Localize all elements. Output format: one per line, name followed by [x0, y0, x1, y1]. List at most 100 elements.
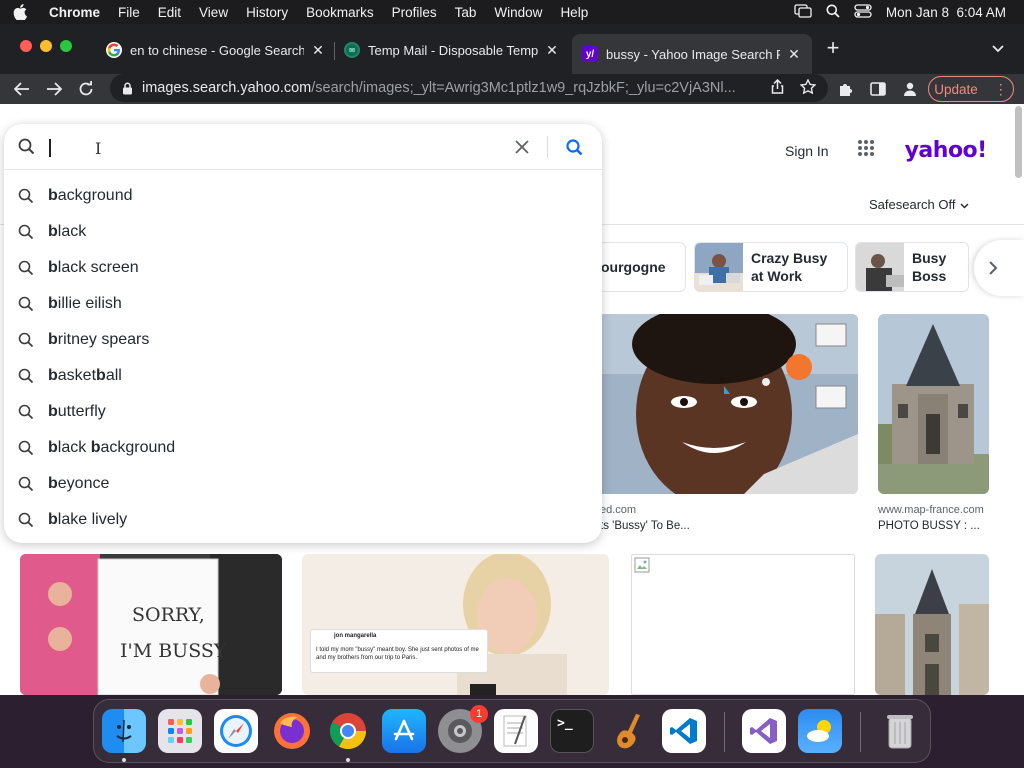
related-search-pill[interactable]: ourgogne	[594, 242, 686, 292]
result-source[interactable]: ed.com	[600, 504, 636, 516]
trash-icon[interactable]	[878, 709, 922, 753]
safari-icon[interactable]	[214, 709, 258, 753]
notebook-text: SORRY,	[132, 604, 205, 626]
url-path: /search/images;_ylt=Awrig3Mc1ptlz1w9_rqJ…	[311, 80, 736, 96]
image-result[interactable]: SORRY, I'M BUSSY	[20, 554, 282, 695]
side-panel-icon[interactable]	[866, 77, 890, 101]
menu-file[interactable]: File	[109, 5, 149, 20]
suggestion-item[interactable]: black	[4, 214, 602, 250]
menu-edit[interactable]: Edit	[149, 5, 190, 20]
tab-temp-mail[interactable]: ✉ Temp Mail - Disposable Tempo ✕	[334, 34, 570, 66]
suggestion-text: blake lively	[48, 511, 128, 528]
app-store-icon[interactable]	[382, 709, 426, 753]
window-controls	[20, 40, 72, 52]
screen-mirroring-icon[interactable]	[794, 3, 812, 21]
search-icon	[18, 368, 34, 389]
close-window-button[interactable]	[20, 40, 32, 52]
profile-avatar-icon[interactable]	[898, 77, 922, 101]
close-tab-icon[interactable]: ✕	[310, 42, 326, 59]
bookmark-star-icon[interactable]	[799, 77, 817, 98]
share-icon[interactable]	[771, 78, 784, 98]
page-scrollbar[interactable]	[1015, 106, 1022, 178]
control-center-icon[interactable]	[854, 3, 872, 21]
chrome-icon[interactable]	[326, 709, 370, 753]
pill-label: Crazy Busy at Work	[751, 250, 828, 284]
dock-separator	[860, 712, 861, 752]
yahoo-logo[interactable]: yahoo!	[905, 138, 988, 163]
suggestion-item[interactable]: butterfly	[4, 394, 602, 430]
minimize-window-button[interactable]	[40, 40, 52, 52]
reload-icon[interactable]	[74, 77, 98, 101]
chevron-right-icon[interactable]	[974, 240, 1024, 296]
result-title[interactable]: ts 'Bussy' To Be...	[600, 520, 690, 532]
search-submit-icon[interactable]	[564, 137, 584, 157]
more-options-icon[interactable]: ⋮	[994, 81, 1008, 98]
suggestion-item[interactable]: background	[4, 178, 602, 214]
weather-icon[interactable]	[798, 709, 842, 753]
clear-search-icon[interactable]	[512, 137, 532, 157]
close-tab-icon[interactable]: ✕	[786, 46, 802, 63]
apps-grid-icon[interactable]	[857, 139, 875, 162]
google-icon	[106, 42, 122, 58]
terminal-icon[interactable]: >_	[550, 709, 594, 753]
suggestion-item[interactable]: black background	[4, 430, 602, 466]
forward-arrow-icon[interactable]	[42, 77, 66, 101]
running-indicator	[122, 758, 126, 762]
terminal-prompt-icon: >_	[557, 716, 573, 731]
back-arrow-icon[interactable]	[10, 77, 34, 101]
pill-label: Busy Boss	[912, 250, 947, 284]
update-label: Update	[934, 81, 978, 97]
close-tab-icon[interactable]: ✕	[544, 42, 560, 59]
new-tab-icon[interactable]: +	[822, 37, 844, 59]
lock-icon[interactable]	[122, 82, 133, 95]
search-input-row[interactable]: I	[4, 124, 602, 170]
suggestion-item[interactable]: billie eilish	[4, 286, 602, 322]
related-search-pill[interactable]: Crazy Busy at Work	[694, 242, 848, 292]
menu-chrome[interactable]: Chrome	[40, 5, 109, 20]
vscode-icon[interactable]	[662, 709, 706, 753]
search-icon	[18, 476, 34, 497]
sign-in-link[interactable]: Sign In	[785, 143, 829, 159]
result-title[interactable]: PHOTO BUSSY : ...	[878, 520, 980, 532]
menu-bookmarks[interactable]: Bookmarks	[297, 5, 383, 20]
image-result[interactable]	[875, 554, 989, 695]
suggestion-item[interactable]: britney spears	[4, 322, 602, 358]
system-settings-icon[interactable]: 1	[438, 705, 488, 753]
related-search-pill[interactable]: Busy Boss	[855, 242, 969, 292]
menu-window[interactable]: Window	[485, 5, 551, 20]
zoom-window-button[interactable]	[60, 40, 72, 52]
tab-yahoo-image-search[interactable]: y/ bussy - Yahoo Image Search R ✕	[572, 34, 812, 74]
spotlight-search-icon[interactable]	[826, 4, 840, 21]
suggestion-item[interactable]: black screen	[4, 250, 602, 286]
address-bar[interactable]: images.search.yahoo.com/search/images;_y…	[110, 74, 828, 102]
safesearch-dropdown[interactable]: Safesearch Off	[869, 197, 970, 212]
textedit-icon[interactable]	[494, 709, 538, 753]
update-chrome-button[interactable]: Update ⋮	[928, 76, 1014, 102]
clock[interactable]: Mon Jan 8 6:04 AM	[886, 5, 1006, 20]
result-source[interactable]: www.map-france.com	[878, 504, 984, 516]
garageband-icon[interactable]	[606, 709, 650, 753]
menu-tab[interactable]: Tab	[446, 5, 486, 20]
suggestion-item[interactable]: basketball	[4, 358, 602, 394]
suggestion-text: black background	[48, 439, 176, 456]
image-result[interactable]	[878, 314, 989, 494]
image-result[interactable]: jon mangarella I told my mom "bussy" mea…	[302, 554, 609, 695]
image-result[interactable]	[594, 314, 858, 494]
tweet-card: jon mangarella I told my mom "bussy" mea…	[310, 629, 488, 673]
apple-menu-icon[interactable]	[0, 4, 40, 20]
tab-google-search[interactable]: en to chinese - Google Search ✕	[96, 34, 336, 66]
firefox-icon[interactable]	[270, 709, 314, 753]
search-icon	[18, 404, 34, 425]
menu-history[interactable]: History	[237, 5, 297, 20]
extensions-puzzle-icon[interactable]	[834, 77, 858, 101]
visual-studio-icon[interactable]	[742, 709, 786, 753]
tab-search-chevron-down-icon[interactable]	[992, 40, 1004, 58]
menu-profiles[interactable]: Profiles	[383, 5, 446, 20]
suggestion-item[interactable]: blake lively	[4, 502, 602, 538]
menu-view[interactable]: View	[190, 5, 237, 20]
finder-icon[interactable]	[102, 709, 146, 753]
launchpad-icon[interactable]	[158, 709, 202, 753]
suggestion-item[interactable]: beyonce	[4, 466, 602, 502]
image-result-broken[interactable]	[631, 554, 855, 695]
menu-help[interactable]: Help	[551, 5, 597, 20]
